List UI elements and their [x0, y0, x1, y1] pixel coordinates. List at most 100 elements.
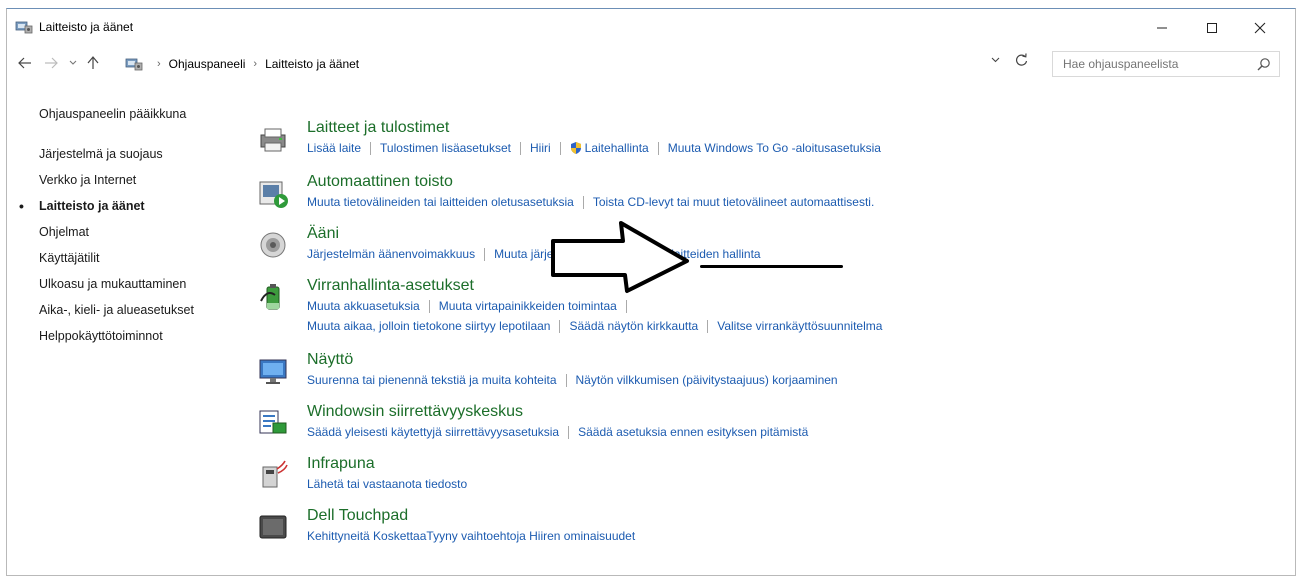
refresh-button[interactable]	[1015, 53, 1028, 70]
address-bar[interactable]: › Ohjauspaneeli › Laitteisto ja äänet	[125, 51, 1045, 77]
navigation-bar: › Ohjauspaneeli › Laitteisto ja äänet	[7, 49, 1295, 79]
recent-locations-button[interactable]	[63, 53, 83, 73]
window-title: Laitteisto ja äänet	[39, 20, 134, 34]
sidebar-item[interactable]: Ulkoasu ja mukauttaminen	[39, 275, 239, 301]
close-button[interactable]	[1237, 15, 1283, 41]
sidebar-item-label: Ohjelmat	[39, 225, 90, 239]
task-link[interactable]: Muuta tietovälineiden tai laitteiden ole…	[307, 195, 574, 209]
task-link-row: Järjestelmän äänenvoimakkuusMuuta järjes…	[307, 247, 761, 261]
category-title-link[interactable]: Dell Touchpad	[307, 507, 408, 525]
sidebar-item[interactable]: Verkko ja Internet	[39, 171, 239, 197]
chevron-right-icon: ›	[157, 58, 161, 70]
search-icon	[1257, 58, 1270, 71]
autoplay-icon[interactable]	[257, 177, 289, 209]
sidebar-item-label: Käyttäjätilit	[39, 251, 100, 265]
link-separator	[559, 141, 561, 155]
up-button[interactable]	[83, 53, 103, 73]
touchpad-icon[interactable]	[257, 511, 289, 543]
task-link-row: Muuta aikaa, jolloin tietokone siirtyy l…	[307, 319, 882, 333]
sidebar-item[interactable]: Ohjauspaneelin pääikkuna	[39, 105, 239, 131]
task-link[interactable]: Hiiri	[530, 141, 551, 155]
sidebar-item[interactable]: Järjestelmä ja suojaus	[39, 145, 239, 171]
category-title-link[interactable]: Laitteet ja tulostimet	[307, 119, 449, 137]
sidebar-item-label: Ulkoasu ja mukauttaminen	[39, 277, 187, 291]
maximize-icon	[1207, 23, 1217, 33]
breadcrumb-control-panel[interactable]: Ohjauspaneeli	[169, 57, 246, 71]
forward-button[interactable]	[41, 53, 61, 73]
maximize-button[interactable]	[1189, 15, 1235, 41]
sidebar-item-label: Verkko ja Internet	[39, 173, 137, 187]
sidebar-item-label: Ohjauspaneelin pääikkuna	[39, 107, 187, 121]
back-button[interactable]	[15, 53, 35, 73]
arrow-right-icon	[45, 57, 58, 69]
link-separator	[565, 373, 567, 387]
link-separator	[484, 247, 486, 261]
category-title-link[interactable]: Windowsin siirrettävyyskeskus	[307, 403, 523, 421]
sidebar-item[interactable]: Käyttäjätilit	[39, 249, 239, 275]
sidebar-item-label: Järjestelmä ja suojaus	[39, 147, 163, 161]
task-link[interactable]: Muuta aikaa, jolloin tietokone siirtyy l…	[307, 319, 550, 333]
task-link[interactable]: Laitehallinta	[585, 141, 649, 155]
sidebar-item: • Laitteisto ja äänet	[19, 197, 239, 223]
mobility-center-icon[interactable]	[257, 407, 289, 439]
speaker-icon[interactable]	[257, 229, 289, 261]
sidebar-item[interactable]: Ohjelmat	[39, 223, 239, 249]
task-link[interactable]: Lähetä tai vastaanota tiedosto	[307, 477, 467, 491]
link-separator	[657, 141, 659, 155]
task-link[interactable]: Muuta virtapainikkeiden toimintaa	[439, 299, 617, 313]
task-link-row: Lisää laite Tulostimen lisäasetukset Hiiri…	[307, 141, 881, 155]
category-title-link[interactable]: Näyttö	[307, 351, 353, 369]
task-link-row: Kehittyneitä KoskettaaTyyny vaihtoehtoja…	[307, 529, 635, 543]
task-link[interactable]: Säädä näytön kirkkautta	[569, 319, 698, 333]
link-separator	[582, 195, 584, 209]
link-separator	[370, 141, 372, 155]
task-link[interactable]: Toista CD-levyt tai muut tietovälineet a…	[593, 195, 874, 209]
category-title-link[interactable]: Infrapuna	[307, 455, 375, 473]
task-link[interactable]: Järjestelmän äänenvoimakkuus	[307, 247, 475, 261]
task-link-row: Muuta tietovälineiden tai laitteiden ole…	[307, 195, 874, 209]
sidebar-item[interactable]: Aika-, kieli- ja alueasetukset	[39, 301, 239, 327]
task-link[interactable]: Suurenna tai pienennä tekstiä ja muita k…	[307, 373, 557, 387]
search-box[interactable]	[1052, 51, 1280, 77]
sidebar-item-label: Laitteisto ja äänet	[39, 199, 145, 213]
control-panel-window: Laitteisto ja äänet › Ohjauspaneeli › La…	[6, 8, 1296, 576]
link-separator	[520, 141, 521, 155]
control-panel-icon	[125, 58, 143, 71]
task-link[interactable]: Valitse virrankäyttösuunnitelma	[717, 319, 882, 333]
category-title-link[interactable]: Virranhallinta-asetukset	[307, 277, 474, 295]
task-link[interactable]: Muuta akkuasetuksia	[307, 299, 420, 313]
uac-shield-icon	[570, 142, 581, 154]
task-link[interactable]: Säädä asetuksia ennen esityksen pitämist…	[578, 425, 808, 439]
task-link[interactable]: Kehittyneitä KoskettaaTyyny vaihtoehtoja…	[307, 529, 635, 543]
printer-icon[interactable]	[257, 123, 289, 155]
control-panel-icon	[15, 21, 33, 34]
breadcrumb-hardware-sound[interactable]: Laitteisto ja äänet	[265, 57, 359, 71]
task-link[interactable]: Säädä yleisesti käytettyjä siirrettävyys…	[307, 425, 559, 439]
address-dropdown-button[interactable]	[991, 55, 1000, 66]
task-link-row: Suurenna tai pienennä tekstiä ja muita k…	[307, 373, 838, 387]
category-title-link[interactable]: Automaattinen toisto	[307, 173, 453, 191]
task-link[interactable]: Lisää laite	[307, 141, 361, 155]
monitor-icon[interactable]	[257, 355, 289, 387]
task-link[interactable]: Näytön vilkkumisen (päivitystaajuus) kor…	[576, 373, 838, 387]
active-bullet-icon: •	[19, 198, 24, 214]
sidebar-item-label: Helppokäyttötoiminnot	[39, 329, 163, 343]
refresh-icon	[1015, 53, 1028, 66]
chevron-down-icon	[991, 57, 1000, 63]
link-separator	[559, 319, 561, 333]
minimize-button[interactable]	[1139, 15, 1185, 41]
task-link[interactable]: Tulostimen lisäasetukset	[380, 141, 511, 155]
sidebar-item[interactable]: Helppokäyttötoiminnot	[39, 327, 239, 353]
infrared-icon[interactable]	[257, 459, 289, 491]
close-icon	[1254, 22, 1266, 34]
chevron-right-icon: ›	[253, 58, 258, 70]
search-input[interactable]	[1063, 57, 1243, 71]
sidebar: Ohjauspaneelin pääikkuna Järjestelmä ja s…	[19, 105, 239, 353]
task-link[interactable]: Muuta Windows To Go -aloitusasetuksia	[668, 141, 881, 155]
category-title-link[interactable]: Ääni	[307, 225, 339, 243]
link-separator	[428, 299, 430, 313]
battery-icon[interactable]	[257, 281, 289, 313]
task-link-row: Säädä yleisesti käytettyjä siirrettävyys…	[307, 425, 808, 439]
task-link-row: Muuta akkuasetuksia Muuta virtapainikkeid…	[307, 299, 636, 313]
minimize-icon	[1157, 27, 1167, 29]
